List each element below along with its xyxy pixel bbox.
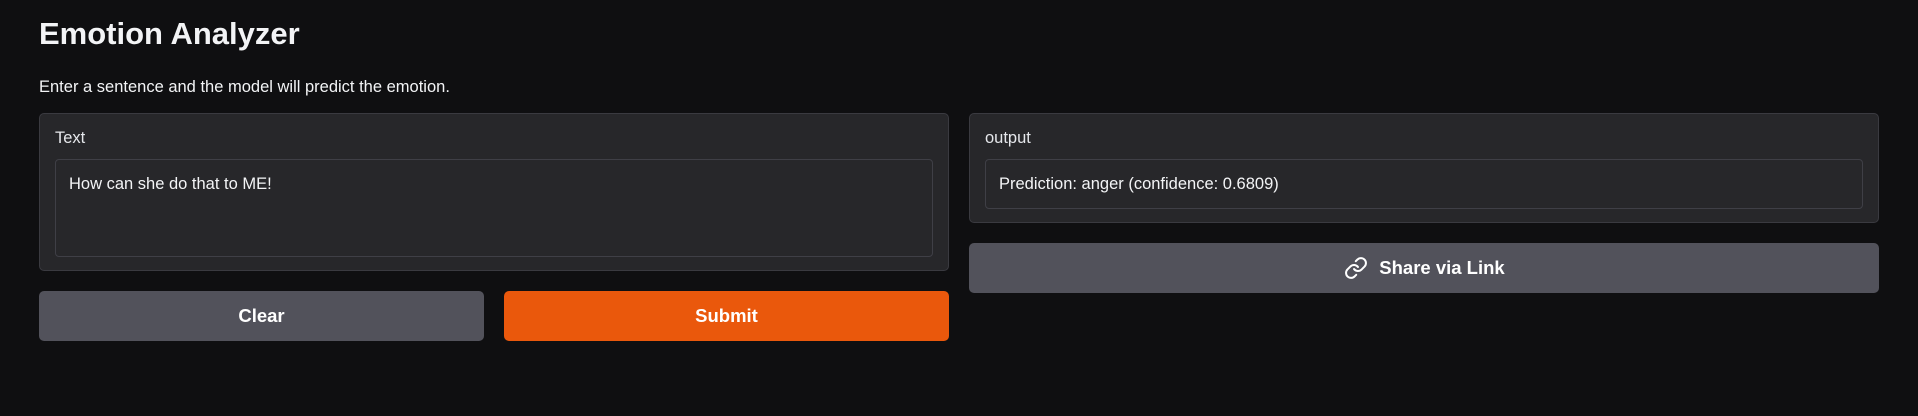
main-columns: Text How can she do that to ME! Clear Su… bbox=[39, 113, 1879, 341]
app-page: Emotion Analyzer Enter a sentence and th… bbox=[0, 0, 1918, 416]
text-input-block: Text How can she do that to ME! bbox=[39, 113, 949, 271]
output-block: output Prediction: anger (confidence: 0.… bbox=[969, 113, 1879, 223]
page-title: Emotion Analyzer bbox=[39, 16, 300, 51]
share-via-link-button[interactable]: Share via Link bbox=[969, 243, 1879, 293]
output-value: Prediction: anger (confidence: 0.6809) bbox=[985, 159, 1863, 209]
output-label: output bbox=[985, 129, 1031, 147]
link-icon bbox=[1343, 255, 1369, 281]
text-input-label: Text bbox=[55, 129, 86, 147]
action-buttons: Clear Submit bbox=[39, 291, 949, 341]
text-input-field[interactable]: How can she do that to ME! bbox=[55, 159, 933, 257]
submit-button[interactable]: Submit bbox=[504, 291, 949, 341]
output-column: output Prediction: anger (confidence: 0.… bbox=[969, 113, 1879, 341]
clear-button[interactable]: Clear bbox=[39, 291, 484, 341]
page-description: Enter a sentence and the model will pred… bbox=[39, 78, 450, 96]
input-column: Text How can she do that to ME! Clear Su… bbox=[39, 113, 949, 341]
share-button-label: Share via Link bbox=[1379, 257, 1505, 278]
